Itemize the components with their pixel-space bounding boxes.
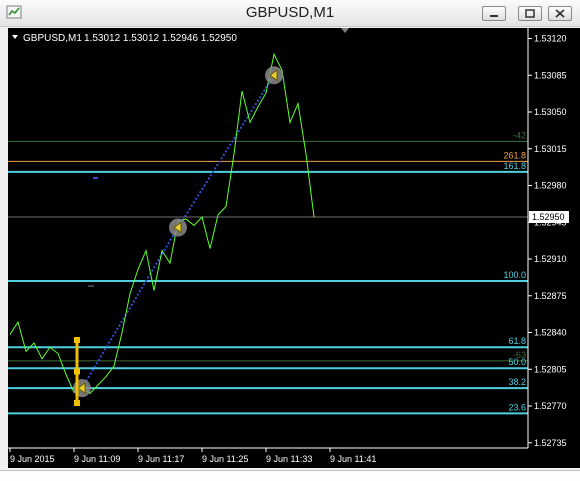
time-axis: 9 Jun 2015 9 Jun 11:09 9 Jun 11:17 9 Jun 11…	[8, 447, 528, 464]
close-icon	[555, 9, 565, 18]
chart-window: GBPUSD,M1 -42 261.8 161.8 100.0 61.8 -63 50.0 3…	[0, 0, 580, 481]
price-series-layer	[9, 52, 315, 395]
time-tick-label: 9 Jun 11:09	[74, 454, 120, 464]
price-tick-label: 1.52980	[534, 181, 567, 191]
minimize-icon	[490, 15, 498, 17]
fib-level-label: 100.0	[503, 270, 526, 280]
shift-marker-icon[interactable]	[341, 28, 349, 33]
title-bar[interactable]: GBPUSD,M1	[0, 0, 580, 27]
fib-level-label: -42	[513, 130, 526, 140]
time-tick-label: 9 Jun 2015	[10, 454, 55, 464]
fib-levels-layer: -42261.8161.8100.061.8-6350.038.223.6	[8, 130, 528, 415]
chart-ohlc: 1.53012 1.53012 1.52946 1.52950	[84, 33, 237, 44]
price-tick-label: 1.52910	[534, 254, 567, 264]
fib-handle-square[interactable]	[74, 400, 80, 406]
chart-symbol: GBPUSD,M1	[23, 33, 82, 44]
price-line	[9, 52, 315, 395]
chart-header: GBPUSD,M1 1.53012 1.53012 1.52946 1.5295…	[12, 33, 237, 44]
price-axis: 1.53120 1.53085 1.53050 1.53015 1.52980 1.529…	[527, 28, 569, 448]
price-tick-label: 1.53085	[534, 70, 567, 80]
time-tick-label: 9 Jun 11:25	[202, 454, 248, 464]
fib-handle-square[interactable]	[74, 368, 80, 375]
price-chart[interactable]: -42 261.8 161.8 100.0 61.8 -63 50.0 38.2 23.6 1.…	[8, 28, 580, 468]
price-tick-label: 1.52840	[534, 328, 567, 338]
price-tick-label: 1.53120	[534, 34, 567, 44]
price-tick-label: 1.52805	[534, 364, 567, 374]
fib-level-label: 161.8	[503, 161, 526, 171]
price-tick-label: 1.52770	[534, 401, 567, 411]
fib-level-label: 61.8	[508, 336, 526, 346]
current-price-label: 1.52950	[532, 212, 565, 222]
fib-handle-square[interactable]	[74, 337, 80, 343]
bottom-tab-strip	[0, 470, 580, 481]
time-tick-label: 9 Jun 11:33	[266, 454, 312, 464]
close-button[interactable]	[548, 6, 572, 21]
header-dropdown-icon[interactable]	[12, 35, 18, 39]
fib-level-label: 50.0	[508, 357, 526, 367]
time-tick-label: 9 Jun 11:17	[138, 454, 184, 464]
restore-icon	[525, 9, 535, 18]
markers-layer	[73, 66, 283, 406]
time-tick-label: 9 Jun 11:41	[330, 454, 376, 464]
restore-button[interactable]	[518, 6, 542, 21]
fib-level-label: 23.6	[508, 402, 526, 412]
fib-level-label: 38.2	[508, 377, 526, 387]
price-tick-label: 1.53015	[534, 144, 567, 154]
chart-svg[interactable]: -42261.8161.8100.061.8-6350.038.223.6 1.…	[8, 28, 580, 468]
minimize-button[interactable]	[482, 6, 506, 21]
price-tick-label: 1.52735	[534, 438, 567, 448]
price-tick-label: 1.53050	[534, 107, 567, 117]
fib-level-label: 261.8	[503, 150, 526, 160]
price-tick-label: 1.52875	[534, 291, 567, 301]
